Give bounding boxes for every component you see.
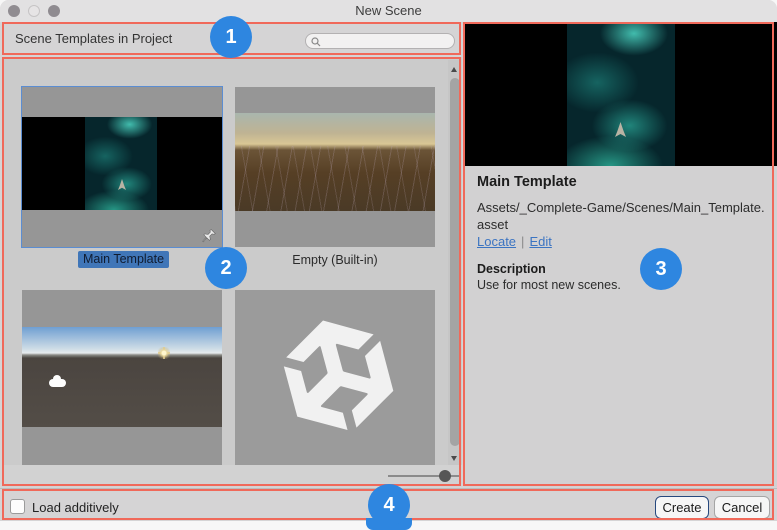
space-nebula-preview <box>22 117 222 210</box>
search-field[interactable] <box>305 33 455 49</box>
load-additively-label: Load additively <box>32 500 119 515</box>
basic-sky-ground-preview <box>22 327 222 427</box>
template-label-main[interactable]: Main Template <box>78 251 169 268</box>
thumbnail-size-slider-knob[interactable] <box>439 470 451 482</box>
pin-icon[interactable] <box>201 228 217 244</box>
template-grid: Main Template Empty (Built-in) <box>2 57 462 487</box>
screenshot-stage: New Scene Scene Templates in Project <box>0 0 777 530</box>
details-asset-path: Assets/_Complete-Game/Scenes/Main_Templa… <box>477 199 771 233</box>
new-scene-dialog: New Scene Scene Templates in Project <box>0 0 777 521</box>
template-details-pane: Main Template Assets/_Complete-Game/Scen… <box>464 22 777 487</box>
scroll-up-icon[interactable] <box>451 67 457 72</box>
sun-gizmo <box>158 347 170 359</box>
search-input[interactable] <box>324 34 449 48</box>
description-heading: Description <box>477 262 546 276</box>
title-bar: New Scene <box>0 0 777 22</box>
search-icon <box>311 37 321 47</box>
locate-link[interactable]: Locate <box>477 234 516 249</box>
template-tile-basic[interactable] <box>22 290 222 465</box>
details-links: Locate | Edit <box>477 234 552 249</box>
template-tile-unity[interactable] <box>235 290 435 465</box>
cloud-sprite <box>49 379 66 387</box>
default-terrain-preview <box>235 113 435 211</box>
scroll-down-icon[interactable] <box>451 456 457 461</box>
scene-templates-heading: Scene Templates in Project <box>15 31 172 46</box>
footer-bar: Load additively Create Cancel <box>0 488 777 521</box>
edit-link[interactable]: Edit <box>529 234 551 249</box>
thumbnail-size-row <box>2 465 462 487</box>
details-title: Main Template <box>477 174 577 190</box>
grid-scrollbar[interactable] <box>448 60 461 466</box>
cancel-button[interactable]: Cancel <box>714 496 770 519</box>
create-button[interactable]: Create <box>655 496 709 519</box>
template-tile-empty[interactable] <box>235 87 435 247</box>
description-text: Use for most new scenes. <box>477 278 621 292</box>
template-tile-main[interactable] <box>22 87 222 247</box>
unity-logo-icon <box>253 294 420 461</box>
template-preview <box>464 22 777 166</box>
window-title: New Scene <box>0 0 777 22</box>
template-label-empty[interactable]: Empty (Built-in) <box>285 253 385 270</box>
load-additively-checkbox[interactable] <box>10 499 25 514</box>
grid-scrollbar-thumb[interactable] <box>450 78 460 446</box>
window-bottom-edge <box>0 521 777 530</box>
link-separator: | <box>521 234 524 249</box>
